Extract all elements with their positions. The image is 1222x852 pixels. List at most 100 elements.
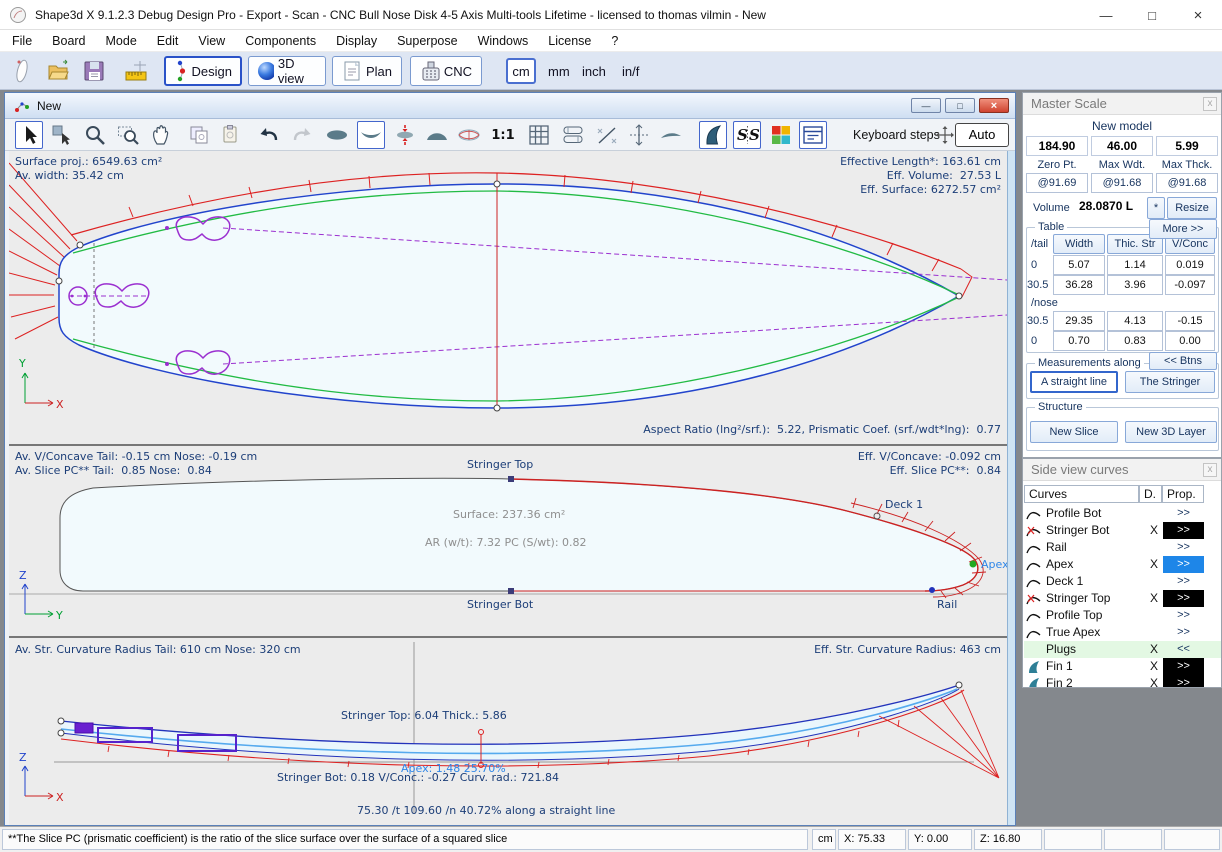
table-cell[interactable]: -0.15: [1165, 311, 1215, 331]
apex-point-marker[interactable]: [970, 561, 977, 568]
curve-row[interactable]: Deck 1 >>: [1024, 573, 1221, 590]
curve-row[interactable]: Fin 1 X >>: [1024, 658, 1221, 675]
stringer-bot-marker[interactable]: [508, 588, 514, 594]
curve-display-flag[interactable]: X: [1144, 523, 1164, 537]
close-icon[interactable]: x: [1203, 97, 1217, 111]
unit-cm[interactable]: cm: [506, 58, 536, 84]
curve-label[interactable]: Plugs: [1046, 642, 1076, 656]
colors-icon[interactable]: [767, 121, 795, 149]
star-button[interactable]: *: [1147, 197, 1165, 219]
undo-icon[interactable]: [255, 121, 283, 149]
new-slice-button[interactable]: New Slice: [1030, 421, 1118, 443]
curve-label[interactable]: Deck 1: [1046, 574, 1083, 588]
more-button[interactable]: More >>: [1149, 219, 1217, 239]
curve-prop-button[interactable]: >>: [1163, 658, 1204, 675]
table-cell[interactable]: 0.70: [1053, 331, 1105, 351]
table-cell[interactable]: 36.28: [1053, 275, 1105, 295]
open-file-icon[interactable]: [44, 57, 72, 85]
thickness-view-icon[interactable]: [423, 121, 451, 149]
snap-icon[interactable]: [625, 121, 653, 149]
curve-row[interactable]: Rail >>: [1024, 539, 1221, 556]
curve-row-plugs[interactable]: Plugs X <<: [1024, 641, 1221, 658]
cut-icon[interactable]: [593, 121, 621, 149]
new-board-icon[interactable]: [8, 57, 36, 85]
curve-label[interactable]: Stringer Top: [1046, 591, 1110, 605]
doc-close-button[interactable]: ×: [979, 98, 1009, 113]
design-mode-button[interactable]: Design: [164, 56, 242, 86]
rocker-icon[interactable]: [657, 121, 685, 149]
minimize-button[interactable]: —: [1083, 0, 1129, 30]
doc-maximize-button[interactable]: □: [945, 98, 975, 113]
menu-windows[interactable]: Windows: [468, 31, 539, 51]
board-panel-icon[interactable]: [799, 121, 827, 149]
resize-button[interactable]: Resize: [1167, 197, 1217, 219]
straight-line-button[interactable]: A straight line: [1030, 371, 1118, 393]
cnc-mode-button[interactable]: CNC: [410, 56, 482, 86]
btns-button[interactable]: << Btns: [1149, 352, 1217, 370]
curve-row[interactable]: Profile Bot >>: [1024, 505, 1221, 522]
table-cell[interactable]: 3.96: [1107, 275, 1163, 295]
rail-point-marker[interactable]: [929, 587, 935, 593]
curve-label[interactable]: True Apex: [1046, 625, 1100, 639]
wireframe-view-icon[interactable]: [455, 121, 483, 149]
curve-row[interactable]: Stringer Top X >>: [1024, 590, 1221, 607]
measure-icon[interactable]: [122, 57, 150, 85]
3d-view-button[interactable]: 3D view: [248, 56, 326, 86]
outline-view-canvas[interactable]: Y X: [9, 151, 1007, 444]
curve-label[interactable]: Profile Top: [1046, 608, 1102, 622]
menu-view[interactable]: View: [188, 31, 235, 51]
curve-display-flag[interactable]: X: [1144, 642, 1164, 656]
curve-label[interactable]: Profile Bot: [1046, 506, 1101, 520]
zoom-area-icon[interactable]: [114, 121, 142, 149]
menu-board[interactable]: Board: [42, 31, 95, 51]
table-cell[interactable]: 0.019: [1165, 255, 1215, 275]
leash-plug-side[interactable]: [75, 723, 93, 733]
new-3d-layer-button[interactable]: New 3D Layer: [1125, 421, 1217, 443]
curve-prop-button[interactable]: >>: [1163, 573, 1204, 590]
max-wdt-value[interactable]: @91.68: [1091, 173, 1153, 193]
curve-row[interactable]: Profile Top >>: [1024, 607, 1221, 624]
curve-row[interactable]: Apex X >>: [1024, 556, 1221, 573]
slice-shape[interactable]: [60, 478, 978, 591]
thickness-value[interactable]: 5.99: [1156, 136, 1218, 156]
curve-prop-button[interactable]: >>: [1163, 522, 1204, 539]
maximize-button[interactable]: □: [1129, 0, 1175, 30]
curve-prop-button[interactable]: >>: [1163, 539, 1204, 556]
redo-icon[interactable]: [288, 121, 316, 149]
slice-view-icon[interactable]: [357, 121, 385, 149]
menu-help[interactable]: ?: [601, 31, 628, 51]
auto-button[interactable]: Auto: [955, 123, 1009, 147]
scale-1-1-button[interactable]: 1:1: [489, 121, 517, 149]
curve-label[interactable]: Fin 2: [1046, 676, 1073, 688]
menu-display[interactable]: Display: [326, 31, 387, 51]
curve-label[interactable]: Apex: [1046, 557, 1073, 571]
curve-prop-button[interactable]: <<: [1163, 641, 1204, 658]
menu-file[interactable]: File: [2, 31, 42, 51]
document-title-bar[interactable]: New — □ ×: [5, 93, 1015, 119]
width-value[interactable]: 46.00: [1091, 136, 1153, 156]
outline-view-icon[interactable]: [323, 121, 351, 149]
max-thck-value[interactable]: @91.68: [1156, 173, 1218, 193]
paste-icon[interactable]: [217, 121, 245, 149]
table-cell[interactable]: 0.00: [1165, 331, 1215, 351]
profile-view-canvas[interactable]: Z X: [9, 638, 1007, 825]
doc-minimize-button[interactable]: —: [911, 98, 941, 113]
curve-label[interactable]: Rail: [1046, 540, 1067, 554]
apex-view-icon[interactable]: [391, 121, 419, 149]
curve-prop-button[interactable]: >>: [1163, 607, 1204, 624]
close-button[interactable]: ×: [1175, 0, 1221, 30]
curve-prop-button[interactable]: >>: [1163, 590, 1204, 607]
select-area-icon[interactable]: [48, 121, 76, 149]
table-cell[interactable]: 0.83: [1107, 331, 1163, 351]
unit-inch[interactable]: inch: [582, 64, 606, 79]
curve-display-flag[interactable]: X: [1144, 591, 1164, 605]
select-arrow-icon[interactable]: [15, 121, 43, 149]
table-cell[interactable]: 1.14: [1107, 255, 1163, 275]
curve-display-flag[interactable]: X: [1144, 557, 1164, 571]
curve-label[interactable]: Stringer Bot: [1046, 523, 1109, 537]
curve-row[interactable]: Stringer Bot X >>: [1024, 522, 1221, 539]
zero-pt-value[interactable]: @91.69: [1026, 173, 1088, 193]
table-cell[interactable]: 29.35: [1053, 311, 1105, 331]
curve-display-flag[interactable]: X: [1144, 676, 1164, 688]
curve-row[interactable]: Fin 2 X >>: [1024, 675, 1221, 688]
